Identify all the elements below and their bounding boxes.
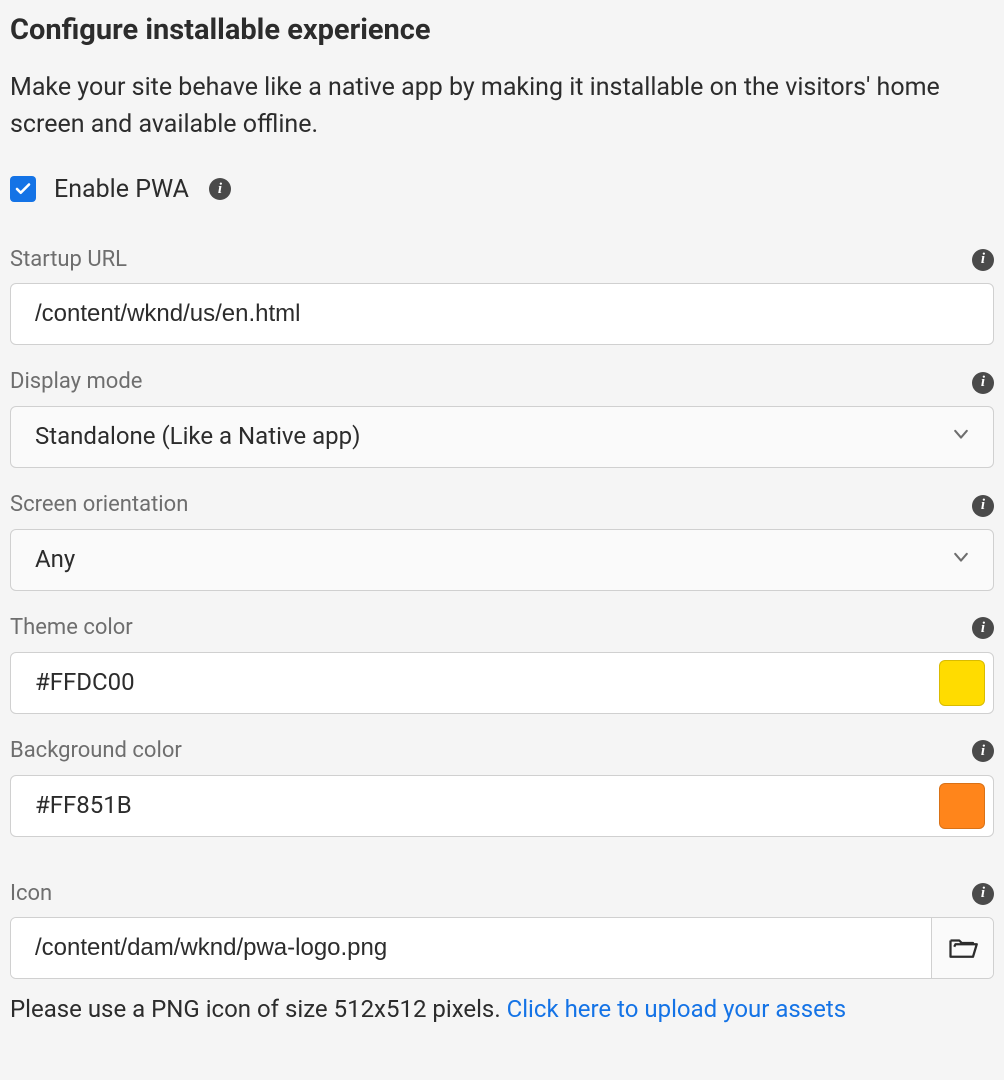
icon-hint-text: Please use a PNG icon of size 512x512 pi…: [10, 995, 507, 1023]
info-icon[interactable]: i: [972, 883, 994, 905]
background-color-label: Background color: [10, 736, 182, 767]
icon-browse-button[interactable]: [931, 918, 993, 978]
checkmark-icon: [14, 180, 32, 198]
display-mode-label: Display mode: [10, 367, 142, 398]
info-icon[interactable]: i: [972, 740, 994, 762]
page-title: Configure installable experience: [10, 10, 994, 51]
icon-field: Icon i: [10, 879, 994, 980]
display-mode-value: Standalone (Like a Native app): [35, 420, 360, 454]
display-mode-select[interactable]: Standalone (Like a Native app): [10, 406, 994, 468]
icon-path-wrapper: [10, 917, 994, 979]
background-color-value[interactable]: #FF851B: [35, 789, 939, 823]
chevron-down-icon: [951, 420, 971, 454]
icon-label: Icon: [10, 879, 52, 910]
info-icon[interactable]: i: [972, 372, 994, 394]
icon-footer-text: Please use a PNG icon of size 512x512 pi…: [10, 993, 994, 1027]
startup-url-label: Startup URL: [10, 245, 127, 276]
page-subtitle: Make your site behave like a native app …: [10, 69, 994, 144]
enable-pwa-checkbox[interactable]: [10, 176, 36, 202]
screen-orientation-label: Screen orientation: [10, 490, 188, 521]
theme-color-field: Theme color i #FFDC00: [10, 613, 994, 714]
startup-url-input[interactable]: [10, 283, 994, 345]
screen-orientation-value: Any: [35, 543, 75, 577]
screen-orientation-field: Screen orientation i Any: [10, 490, 994, 591]
startup-url-field: Startup URL i: [10, 245, 994, 346]
background-color-swatch[interactable]: [939, 783, 985, 829]
chevron-down-icon: [951, 543, 971, 577]
theme-color-label: Theme color: [10, 613, 133, 644]
theme-color-input-wrapper: #FFDC00: [10, 652, 994, 714]
info-icon[interactable]: i: [209, 178, 231, 200]
theme-color-value[interactable]: #FFDC00: [35, 666, 939, 700]
theme-color-swatch[interactable]: [939, 660, 985, 706]
screen-orientation-select[interactable]: Any: [10, 529, 994, 591]
background-color-input-wrapper: #FF851B: [10, 775, 994, 837]
enable-pwa-label: Enable PWA: [54, 172, 189, 207]
info-icon[interactable]: i: [972, 249, 994, 271]
enable-pwa-row: Enable PWA i: [10, 172, 994, 207]
background-color-field: Background color i #FF851B: [10, 736, 994, 837]
folder-open-icon: [948, 933, 978, 963]
info-icon[interactable]: i: [972, 495, 994, 517]
info-icon[interactable]: i: [972, 617, 994, 639]
upload-assets-link[interactable]: Click here to upload your assets: [507, 995, 847, 1023]
icon-path-input[interactable]: [11, 918, 931, 978]
display-mode-field: Display mode i Standalone (Like a Native…: [10, 367, 994, 468]
